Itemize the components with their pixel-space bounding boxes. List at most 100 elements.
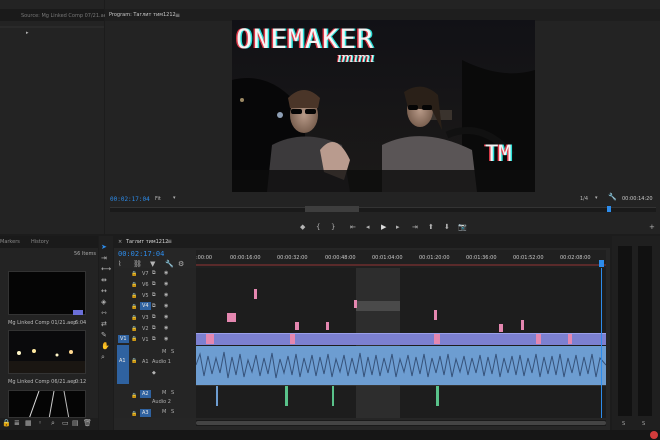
track-v5[interactable]: V5 [142,293,149,299]
clip-v1-pink-4[interactable] [536,334,541,344]
project-thumb-1[interactable] [8,271,86,315]
eye-v7-icon[interactable]: ◉ [164,269,168,278]
clip-v1-pink-5[interactable] [568,334,572,344]
program-scrub-bar[interactable] [110,207,656,212]
scrollbar-thumb[interactable] [196,421,606,425]
clip-a2-2[interactable] [332,386,334,406]
a2-solo[interactable]: S [171,390,174,396]
a1-mute[interactable]: M [162,349,166,355]
clip-v4[interactable] [356,301,400,311]
track-v2[interactable]: V2 [142,326,149,332]
mark-in-icon[interactable]: { [316,223,320,232]
lock-v3-icon[interactable]: 🔒 [131,314,137,323]
program-work-area[interactable] [305,206,359,212]
program-playhead[interactable] [607,206,611,212]
clip-v3-1[interactable] [254,289,257,299]
clip-v1-pink-3[interactable] [434,334,440,344]
lock-a2-icon[interactable]: 🔒 [131,392,137,401]
eye-v6-icon[interactable]: ◉ [164,280,168,289]
project-item-name-1[interactable]: Mg Linked Comp 01/21.aep [8,320,76,326]
clip-a1[interactable] [196,346,606,385]
lock-v5-icon[interactable]: 🔒 [131,292,137,301]
track-area[interactable] [196,268,606,418]
clip-v2-2[interactable] [295,322,299,330]
lock-v7-icon[interactable]: 🔒 [131,270,137,279]
a1-solo[interactable]: S [171,349,174,355]
track-select-icon[interactable]: ⇥ [101,254,107,263]
lock-icon[interactable]: 🔒 [2,419,11,428]
slip-icon[interactable]: ⇿ [101,309,107,318]
track-v1[interactable]: V1 [142,337,149,343]
track-a3[interactable]: A3 [140,409,151,417]
program-title[interactable]: Program: Таглит тим1212 [109,12,176,18]
marker-icon[interactable]: ◆ [300,223,305,232]
ripple-edit-icon[interactable]: ⟷ [101,265,111,274]
clip-v2-1[interactable] [227,313,236,322]
project-item-name-2[interactable]: Mg Linked Comp 06/21.aep [8,379,76,385]
icon-view-icon[interactable]: ▦ [25,419,32,428]
timeline-timecode[interactable]: 00:02:17:04 [118,250,164,258]
clip-v2-5[interactable] [521,320,524,330]
tab-markers[interactable]: Markers [0,239,20,245]
clip-v3-3[interactable] [434,310,437,320]
wrench-icon[interactable]: 🔧 [608,193,617,202]
step-forward-icon[interactable]: ▸ [396,223,400,232]
razor-icon[interactable]: ◈ [101,298,106,307]
timeline-tab[interactable]: Таглит тим1212 [126,239,168,245]
zoom-icon[interactable]: ⌕ [101,353,105,362]
camera-icon[interactable]: 📷 [458,223,467,232]
slide-icon[interactable]: ⇄ [101,320,107,329]
trash-icon[interactable]: 🗑 [83,419,92,428]
rolling-edit-icon[interactable]: ⇹ [101,276,107,285]
sync-v4-icon[interactable]: ⧉ [152,302,156,311]
resolution-chevron-icon[interactable]: ▾ [595,194,598,203]
error-indicator-icon[interactable] [650,431,658,439]
a2-mute[interactable]: M [162,390,166,396]
meter-solo-r[interactable]: S [642,421,645,427]
track-v4[interactable]: V4 [140,302,151,310]
list-view-icon[interactable]: ≣ [14,419,20,428]
sync-v2-icon[interactable]: ⧉ [152,324,156,333]
resolution-dropdown[interactable]: 1/4 [580,196,588,202]
timeline-scrollbar[interactable] [196,420,606,426]
eye-v2-icon[interactable]: ◉ [164,324,168,333]
lock-v6-icon[interactable]: 🔒 [131,281,137,290]
timeline-ruler[interactable]: :00:00 00:00:16:00 00:00:32:00 00:00:48:… [196,250,606,268]
sync-v7-icon[interactable]: ⧉ [152,269,156,278]
play-icon[interactable]: ▶ [381,223,386,232]
a3-mute[interactable]: M [162,409,166,415]
clip-a2-3[interactable] [436,386,439,406]
new-bin-icon[interactable]: ▭ [62,419,69,428]
keyframe-icon[interactable]: ◆ [152,369,156,378]
eye-v5-icon[interactable]: ◉ [164,291,168,300]
rate-stretch-icon[interactable]: ↔ [101,287,107,296]
clip-a2-4[interactable] [216,386,218,406]
zoom-slider-icon[interactable]: ◦ [38,419,42,428]
eye-v1-icon[interactable]: ◉ [164,335,168,344]
project-thumb-2[interactable] [8,330,86,374]
clip-v1-pink-1[interactable] [206,334,214,344]
sync-v1-icon[interactable]: ⧉ [152,335,156,344]
mark-out-icon[interactable]: } [331,223,335,232]
clip-v1-strip[interactable] [196,333,606,345]
a3-solo[interactable]: S [171,409,174,415]
track-v1-source[interactable]: V1 [118,335,129,343]
menu-icon[interactable]: ≡ [175,11,180,20]
new-item-icon[interactable]: ▤ [72,419,79,428]
track-v7[interactable]: V7 [142,271,149,277]
extract-icon[interactable]: ⬇ [444,223,450,232]
lock-a1-icon[interactable]: 🔒 [131,357,137,366]
fit-dropdown[interactable]: Fit [155,196,161,202]
clip-a2-1[interactable] [285,386,288,406]
track-a2[interactable]: A2 [140,390,151,398]
eye-v4-icon[interactable]: ◉ [164,302,168,311]
program-timecode-right[interactable]: 00:00:14:20 [622,196,653,202]
search-icon[interactable]: ⌕ [51,419,55,428]
project-thumb-3[interactable] [8,390,86,418]
meter-solo-l[interactable]: S [622,421,625,427]
track-v3[interactable]: V3 [142,315,149,321]
lock-v2-icon[interactable]: 🔒 [131,325,137,334]
clip-v2-3[interactable] [326,322,329,330]
source-tab-2[interactable]: Source: Mg Linked Comp 07/21.aep [21,13,110,19]
go-to-out-icon[interactable]: ⇥ [412,223,418,232]
